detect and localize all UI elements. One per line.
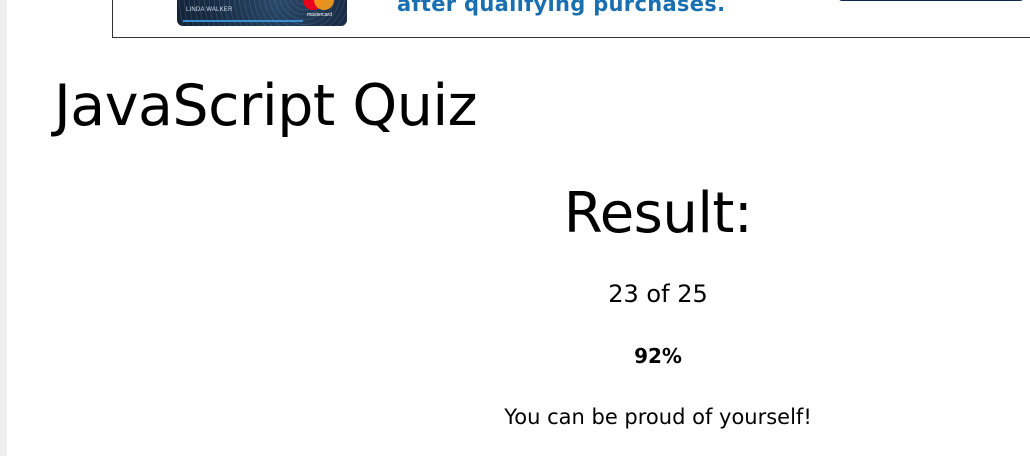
ad-text[interactable]: after qualifying purchases. bbox=[397, 0, 725, 16]
page: LINDA WALKER mastercard after qualifying… bbox=[0, 0, 1030, 456]
credit-card-image[interactable]: LINDA WALKER mastercard bbox=[177, 0, 347, 26]
score-percent: 92% bbox=[634, 344, 682, 368]
result-heading: Result: bbox=[563, 181, 753, 246]
ad-cta-button[interactable] bbox=[838, 0, 1024, 1]
page-title: JavaScript Quiz bbox=[54, 73, 478, 139]
card-holder-name: LINDA WALKER bbox=[186, 7, 233, 13]
left-gutter bbox=[0, 0, 7, 456]
result-message: You can be proud of yourself! bbox=[504, 405, 812, 429]
score-text: 23 of 25 bbox=[608, 280, 708, 308]
card-stripe bbox=[183, 20, 303, 22]
mastercard-wordmark: mastercard bbox=[307, 12, 333, 18]
result-section: Result: 23 of 25 92% You can be proud of… bbox=[358, 178, 958, 429]
mastercard-logo-icon bbox=[301, 0, 335, 10]
ad-banner[interactable]: LINDA WALKER mastercard after qualifying… bbox=[112, 0, 1030, 38]
